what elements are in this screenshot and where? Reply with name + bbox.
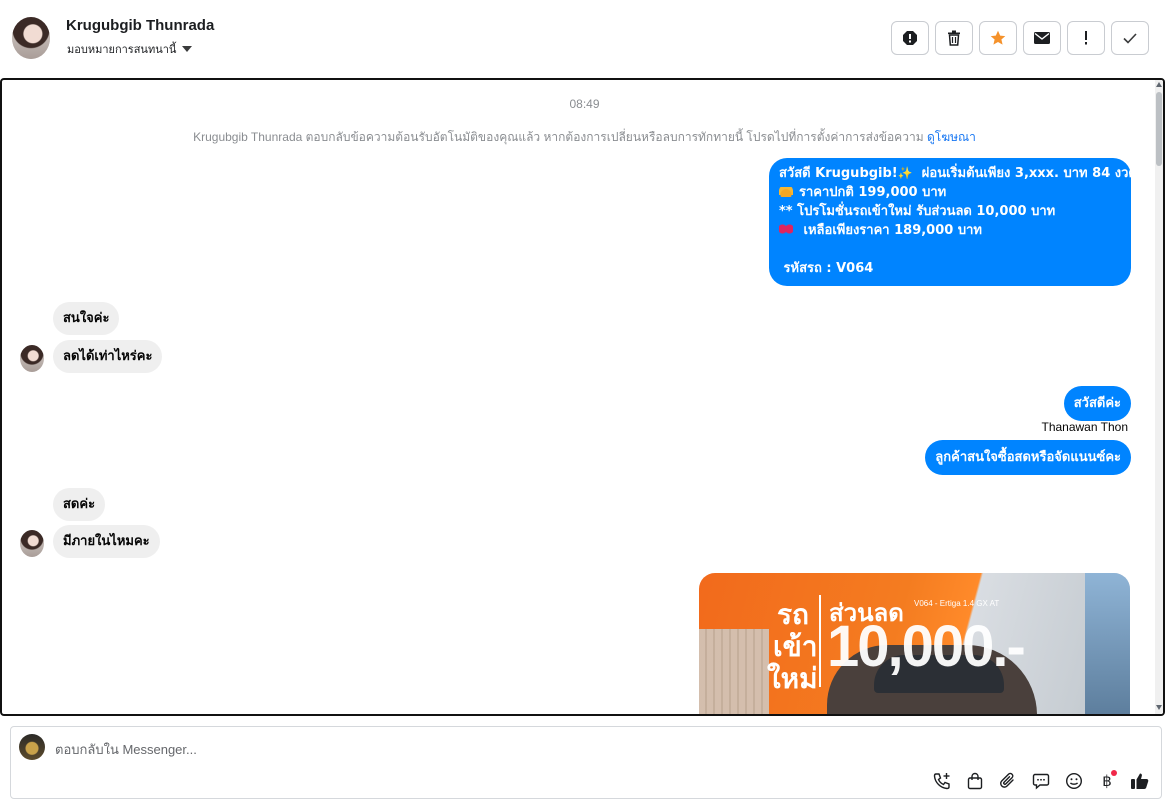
reply-input[interactable]	[55, 740, 935, 758]
building-wall-graphic	[699, 629, 769, 714]
composer-tools: ฿	[931, 770, 1151, 792]
smiley-icon	[1065, 772, 1083, 790]
saved-replies-button[interactable]	[1030, 770, 1052, 792]
promo-image-attachment[interactable]: รถ เข้า ใหม่ ส่วนลด V064 - Ertiga 1.4 GX…	[699, 573, 1130, 714]
call-button[interactable]	[931, 770, 953, 792]
welcome-line-2: ราคาปกติ 199,000 บาท	[799, 185, 947, 200]
contact-avatar-small[interactable]	[20, 345, 44, 372]
shop-button[interactable]	[964, 770, 986, 792]
welcome-line-1b: ผ่อนเริ่มต้นเพียง 3,xxx. บาท 84 งวด	[921, 166, 1137, 181]
auto-reply-note: Krugubgib Thunrada ตอบกลับข้อความต้อนรับ…	[2, 128, 1163, 147]
incoming-message-bubble[interactable]: มีภายในไหมคะ	[53, 525, 160, 558]
message-timestamp: 08:49	[569, 97, 600, 111]
report-spam-button[interactable]	[891, 21, 929, 55]
message-composer: ฿	[10, 726, 1162, 799]
envelope-icon	[1034, 32, 1050, 44]
message-thread[interactable]: 08:49 Krugubgib Thunrada ตอบกลับข้อความต…	[0, 78, 1165, 716]
outgoing-message-bubble[interactable]: สวัสดีค่ะ	[1063, 386, 1131, 421]
welcome-line-4: เหลือเพียงราคา 189,000 บาท	[803, 223, 982, 238]
delete-button[interactable]	[935, 21, 973, 55]
sender-name: Thanawan Thon	[1041, 420, 1128, 434]
assign-conversation-dropdown[interactable]: มอบหมายการสนทนานี้	[67, 40, 193, 58]
promo-text-new-car-3: ใหม่	[767, 663, 818, 694]
payment-button[interactable]: ฿	[1096, 770, 1118, 792]
scroll-down-arrow-icon[interactable]	[1156, 705, 1162, 710]
mark-important-button[interactable]	[1067, 21, 1105, 55]
attach-button[interactable]	[997, 770, 1019, 792]
contact-avatar[interactable]	[12, 17, 50, 59]
conversation-header: Krugubgib Thunrada มอบหมายการสนทนานี้	[0, 0, 1165, 78]
like-button[interactable]	[1129, 770, 1151, 792]
promo-text-model: V064 - Ertiga 1.4 GX AT	[914, 599, 1000, 608]
auto-reply-text: Krugubgib Thunrada ตอบกลับข้อความต้อนรับ…	[193, 130, 924, 144]
trash-icon	[948, 30, 960, 46]
page-avatar	[19, 734, 45, 760]
incoming-message-bubble[interactable]: ลดได้เท่าไหร่คะ	[53, 340, 163, 373]
welcome-line-5: รหัสรถ : V064	[783, 261, 874, 276]
welcome-line-1: สวัสดี Krugubgib!	[779, 166, 898, 181]
mark-unread-button[interactable]	[1023, 21, 1061, 55]
header-actions	[891, 21, 1149, 55]
thumbs-up-icon	[1131, 773, 1149, 789]
incoming-message-bubble[interactable]: สนใจค่ะ	[53, 302, 120, 335]
baht-icon: ฿	[1102, 772, 1112, 790]
chat-bubble-icon	[1032, 773, 1050, 790]
thread-scrollbar[interactable]	[1155, 80, 1163, 714]
contact-name[interactable]: Krugubgib Thunrada	[66, 17, 214, 34]
notification-dot	[1111, 770, 1117, 776]
mark-done-button[interactable]	[1111, 21, 1149, 55]
ribbon-icon	[779, 223, 793, 235]
emoji-button[interactable]	[1063, 770, 1085, 792]
exclamation-icon	[1085, 31, 1087, 45]
welcome-message-bubble[interactable]: สวัสดี Krugubgib!✨ ผ่อนเริ่มต้นเพียง 3,x…	[769, 158, 1137, 286]
caret-down-icon	[182, 46, 193, 52]
report-spam-icon	[903, 31, 917, 45]
promo-text-amount: 10,000.-	[827, 614, 1026, 679]
scroll-up-arrow-icon[interactable]	[1156, 82, 1162, 87]
welcome-line-3: ** โปรโมชั่นรถเข้าใหม่ รับส่วนลด 10,000 …	[779, 204, 1056, 219]
promo-divider	[819, 595, 821, 687]
star-button[interactable]	[979, 21, 1017, 55]
view-ad-link[interactable]: ดูโฆษณา	[927, 130, 976, 144]
phone-add-icon	[933, 773, 950, 790]
bell-icon	[779, 185, 793, 197]
shopping-bag-icon	[967, 772, 983, 790]
outgoing-message-bubble[interactable]: ลูกค้าสนใจซื้อสดหรือจัดแนนซ์คะ	[925, 440, 1131, 475]
sparkles-icon: ✨	[897, 166, 913, 180]
contact-avatar-small[interactable]	[20, 530, 44, 557]
check-icon	[1123, 32, 1137, 44]
assign-label: มอบหมายการสนทนานี้	[67, 44, 177, 56]
star-icon	[990, 30, 1006, 45]
incoming-message-bubble[interactable]: สดค่ะ	[53, 488, 106, 521]
paperclip-icon	[1000, 772, 1014, 788]
background-photo-graphic	[1085, 573, 1130, 714]
